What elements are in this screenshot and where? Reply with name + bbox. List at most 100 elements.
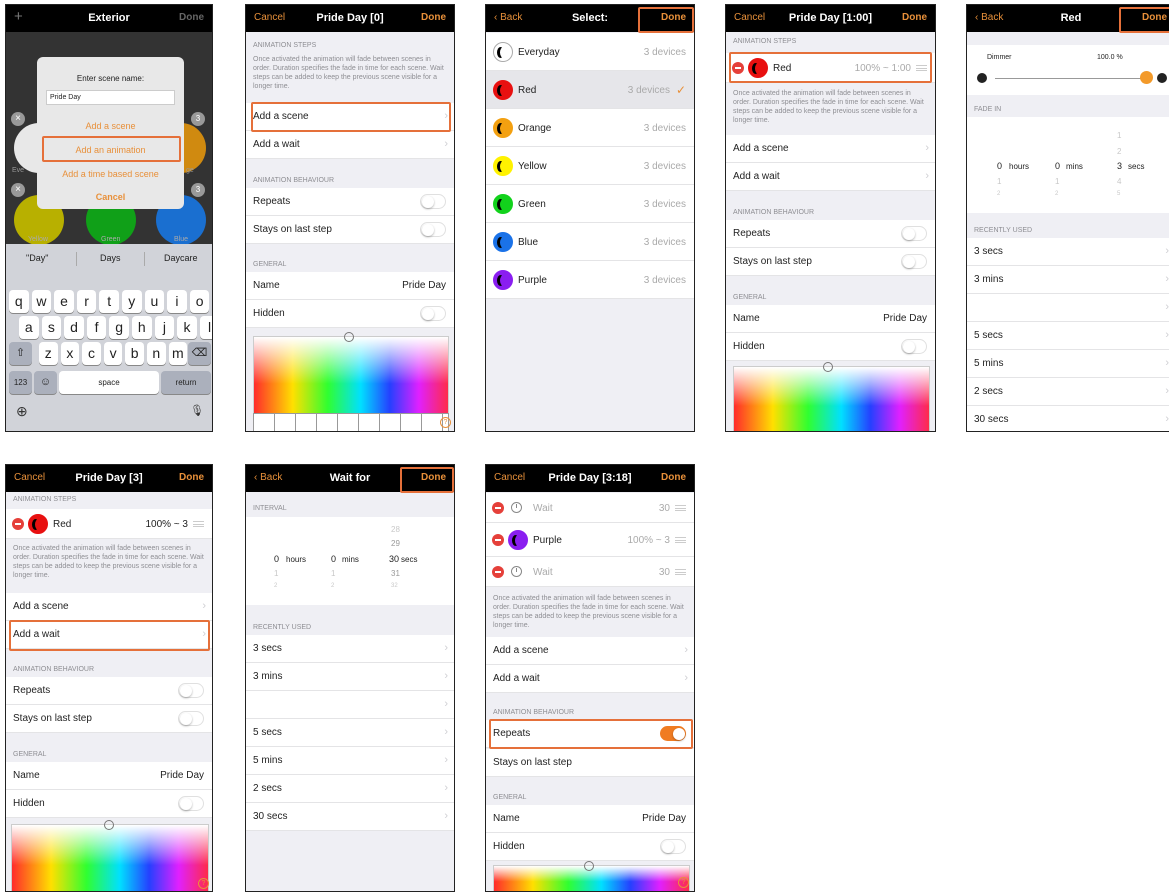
key-p[interactable]: p [212, 290, 213, 313]
fade-in-picker[interactable]: 1 2 0 hours 0 mins 3 secs 1 1 4 2 2 5 [967, 117, 1169, 213]
name-row[interactable]: Name Pride Day [6, 762, 212, 790]
key-l[interactable]: l [199, 316, 212, 339]
backspace-key[interactable]: ⌫ [188, 342, 211, 365]
recent-item[interactable]: 5 mins › [246, 747, 454, 775]
key-o[interactable]: o [189, 290, 210, 313]
return-key[interactable]: return [161, 371, 211, 394]
globe-icon[interactable]: ⊕ [16, 403, 28, 420]
key-k[interactable]: k [177, 316, 197, 339]
recent-item[interactable]: 2 secs › [246, 775, 454, 803]
add-wait-row[interactable]: Add a wait › [246, 131, 454, 159]
key-a[interactable]: a [19, 316, 39, 339]
delete-step-icon[interactable] [492, 566, 504, 578]
scene-item-yellow[interactable]: Yellow 3 devices [486, 147, 694, 185]
key-e[interactable]: e [54, 290, 74, 313]
key-x[interactable]: x [60, 342, 80, 365]
key-y[interactable]: y [122, 290, 142, 313]
step-row-purple[interactable]: Purple 100% ~ 3 [486, 523, 694, 557]
recent-item[interactable]: 3 mins › [246, 663, 454, 691]
recent-item[interactable]: 3 mins › [967, 266, 1169, 294]
color-palette[interactable] [733, 366, 930, 431]
stays-toggle[interactable] [420, 222, 446, 237]
add-scene-row[interactable]: Add a scene › [726, 135, 935, 163]
repeats-toggle[interactable] [901, 226, 927, 241]
scene-item-red[interactable]: Red 3 devices ✓ [486, 71, 694, 109]
suggestion[interactable]: "Day" [26, 253, 48, 263]
repeats-toggle[interactable] [420, 194, 446, 209]
reorder-handle-icon[interactable] [675, 505, 686, 511]
key-v[interactable]: v [103, 342, 123, 365]
key-h[interactable]: h [132, 316, 152, 339]
scene-item-orange[interactable]: Orange 3 devices [486, 109, 694, 147]
name-row[interactable]: Name Pride Day [486, 805, 694, 833]
space-key[interactable]: space [59, 371, 159, 394]
help-icon[interactable]: ? [678, 877, 689, 888]
help-icon[interactable]: ? [440, 417, 451, 428]
stays-toggle[interactable] [178, 711, 204, 726]
scene-item-everyday[interactable]: Everyday 3 devices [486, 33, 694, 71]
dimmer-track[interactable] [995, 78, 1147, 79]
key-c[interactable]: c [82, 342, 101, 365]
recent-item[interactable]: 5 secs › [246, 719, 454, 747]
suggestion[interactable]: Days [100, 253, 121, 263]
delete-step-icon[interactable] [12, 518, 24, 530]
key-j[interactable]: j [154, 316, 175, 339]
color-palette[interactable] [253, 336, 449, 416]
add-wait-row[interactable]: Add a wait › [726, 163, 935, 191]
hidden-toggle[interactable] [178, 796, 204, 811]
suggestion[interactable]: Daycare [164, 253, 198, 263]
hidden-toggle[interactable] [420, 306, 446, 321]
hidden-toggle[interactable] [901, 339, 927, 354]
dimmer-increase-icon[interactable] [1157, 73, 1167, 83]
color-palette[interactable] [11, 824, 209, 891]
recent-item[interactable]: 5 mins › [967, 350, 1169, 378]
step-row-wait[interactable]: Wait 30 [486, 557, 694, 587]
key-u[interactable]: u [144, 290, 165, 313]
recent-item[interactable]: 30 secs › [246, 803, 454, 831]
emoji-key[interactable]: ☺ [34, 371, 57, 394]
done-button[interactable]: Done [179, 12, 204, 23]
add-time-based-option[interactable]: Add a time based scene [37, 169, 184, 179]
done-button[interactable]: Done [179, 472, 204, 483]
recent-item[interactable]: 30 secs › [967, 406, 1169, 431]
key-g[interactable]: g [109, 316, 129, 339]
scene-item-blue[interactable]: Blue 3 devices [486, 223, 694, 261]
step-row-wait[interactable]: Wait 30 [486, 493, 694, 523]
recent-item[interactable]: 3 secs › [246, 635, 454, 663]
add-scene-row[interactable]: Add a scene › [6, 593, 212, 621]
key-m[interactable]: m [168, 342, 188, 365]
key-d[interactable]: d [64, 316, 84, 339]
reorder-handle-icon[interactable] [193, 521, 204, 527]
recent-item[interactable]: 2 secs › [967, 378, 1169, 406]
recent-item[interactable]: › [967, 294, 1169, 322]
scene-item-green[interactable]: Green 3 devices [486, 185, 694, 223]
delete-step-icon[interactable] [492, 534, 504, 546]
recent-item[interactable]: 5 secs › [967, 322, 1169, 350]
add-scene-option[interactable]: Add a scene [37, 121, 184, 131]
color-picker-handle[interactable] [104, 820, 114, 830]
reorder-handle-icon[interactable] [675, 537, 686, 543]
key-f[interactable]: f [86, 316, 107, 339]
microphone-icon[interactable]: 🎙 [190, 404, 204, 417]
key-r[interactable]: r [76, 290, 97, 313]
done-button[interactable]: Done [661, 472, 686, 483]
key-i[interactable]: i [167, 290, 187, 313]
name-row[interactable]: Name Pride Day [726, 305, 935, 333]
color-picker-handle[interactable] [344, 332, 354, 342]
delete-badge[interactable]: × [11, 112, 25, 126]
hidden-toggle[interactable] [660, 839, 686, 854]
key-s[interactable]: s [41, 316, 62, 339]
done-button[interactable]: Done [421, 12, 446, 23]
dimmer-decrease-icon[interactable] [977, 73, 987, 83]
shift-key[interactable]: ⇧ [9, 342, 32, 365]
repeats-toggle[interactable] [178, 683, 204, 698]
key-n[interactable]: n [147, 342, 166, 365]
key-q[interactable]: q [9, 290, 29, 313]
color-picker-handle[interactable] [584, 861, 594, 871]
reorder-handle-icon[interactable] [675, 569, 686, 575]
key-w[interactable]: w [31, 290, 52, 313]
recent-item[interactable]: 3 secs › [967, 238, 1169, 266]
stays-toggle[interactable] [901, 254, 927, 269]
help-icon[interactable]: ? [198, 878, 209, 889]
key-t[interactable]: t [99, 290, 119, 313]
